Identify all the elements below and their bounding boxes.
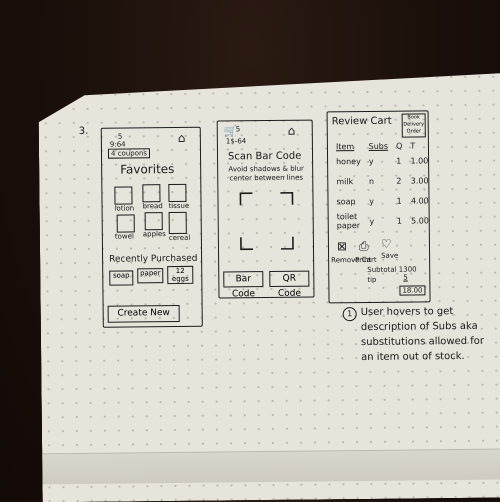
item-name: soap — [336, 196, 356, 206]
item-sub[interactable]: y — [365, 211, 393, 231]
item-sub[interactable]: n — [365, 171, 393, 191]
item-qty[interactable]: 2 — [392, 171, 407, 191]
item-sub[interactable]: y — [365, 151, 393, 171]
total: 18.00 — [399, 285, 425, 295]
favorite-label: tissue — [168, 201, 190, 211]
item-qty[interactable]: 1 — [392, 151, 407, 171]
favorite-item[interactable] — [114, 186, 132, 204]
recent-item[interactable]: soap — [109, 270, 133, 285]
favorites-screen: 5 9:64 4 coupons ⌂ Favorites lotion brea… — [101, 127, 203, 328]
heart-icon[interactable]: ♡ — [381, 238, 392, 250]
favorite-item[interactable] — [142, 184, 160, 202]
favorite-item[interactable] — [145, 212, 163, 230]
favorite-label: lotion — [114, 204, 135, 213]
item-name: milk — [336, 176, 354, 186]
page-edge — [42, 449, 500, 485]
recently-purchased-title: Recently Purchased — [109, 253, 198, 265]
favorite-item[interactable] — [169, 212, 187, 234]
info-text: 9:64 — [109, 140, 126, 149]
col-q: Q — [395, 141, 403, 151]
tip-label: tip — [367, 275, 377, 284]
item-total: 5.00 — [411, 215, 429, 226]
qrcode-button[interactable]: QR Code — [269, 271, 309, 287]
scan-screen: 🛒 5 1$-64 ⌂ Scan Bar Code Avoid shadows … — [217, 120, 315, 299]
tip-value[interactable]: 5 — [403, 274, 408, 282]
table-row: honey y 1 1.00 — [332, 150, 432, 171]
table-row: toilet paper y 1 5.00 — [333, 210, 433, 231]
note-marker: 1 — [343, 307, 357, 321]
print-label: Print — [355, 255, 372, 265]
page-number: 3. — [78, 125, 89, 137]
col-item: Item — [335, 142, 355, 152]
points-count: 5 — [117, 132, 123, 141]
item-name: toilet paper — [336, 212, 361, 231]
col-t: T — [410, 141, 416, 151]
notebook-page: 3. 5 9:64 4 coupons ⌂ Favorites lotion b… — [38, 56, 500, 502]
favorite-label: apples — [142, 230, 166, 239]
item-qty[interactable]: 1 — [393, 191, 408, 211]
item-name: honey — [336, 156, 361, 166]
item-total: 4.00 — [410, 195, 429, 206]
favorite-item[interactable] — [168, 184, 186, 202]
recent-item[interactable]: paper — [137, 268, 163, 283]
review-cart-screen: Review Cart Book Delivery Order Item Sub… — [327, 110, 431, 303]
table-row: milk n 2 3.00 — [332, 170, 432, 191]
item-qty[interactable]: 1 — [393, 211, 408, 231]
scan-viewfinder — [238, 191, 295, 252]
favorite-label: towel — [114, 232, 134, 241]
col-subs[interactable]: Subs — [365, 142, 392, 151]
remove-cart-icon[interactable]: ⊠ — [337, 240, 347, 252]
cart-title: Review Cart — [331, 115, 392, 128]
info-text: 1$-64 — [225, 137, 247, 146]
subtotal: Subtotal 1300 — [367, 265, 417, 274]
home-icon[interactable]: ⌂ — [288, 125, 296, 137]
scan-hint: Avoid shadows & blur center between line… — [228, 164, 304, 183]
coupons-badge: 4 coupons — [108, 148, 150, 158]
save-label: Save — [381, 251, 399, 260]
favorite-item[interactable] — [117, 214, 135, 232]
favorite-label: bread — [142, 202, 163, 211]
order-options[interactable]: Book Delivery Order — [402, 113, 426, 137]
header-button[interactable]: Order — [403, 128, 425, 135]
annotation-note: User hovers to get description of Subs a… — [360, 306, 485, 364]
barcode-button[interactable]: Bar Code — [223, 271, 263, 287]
item-total: 1.00 — [410, 155, 429, 166]
favorite-label: cereal — [168, 233, 191, 243]
create-new-button[interactable]: Create New — [108, 305, 180, 323]
recent-item[interactable]: 12 eggs — [167, 266, 193, 284]
home-icon[interactable]: ⌂ — [178, 132, 186, 144]
item-sub[interactable]: y — [365, 191, 393, 211]
cart-table: Item Subs Q T honey y 1 1.00 milk n 2 3.… — [332, 141, 433, 231]
table-row: soap y 1 4.00 — [332, 190, 432, 211]
points-count: 5 — [235, 125, 241, 134]
item-total: 3.00 — [410, 175, 429, 186]
scan-title: Scan Bar Code — [227, 150, 302, 163]
print-icon[interactable]: ⎙ — [359, 240, 369, 252]
favorites-title: Favorites — [120, 161, 175, 177]
